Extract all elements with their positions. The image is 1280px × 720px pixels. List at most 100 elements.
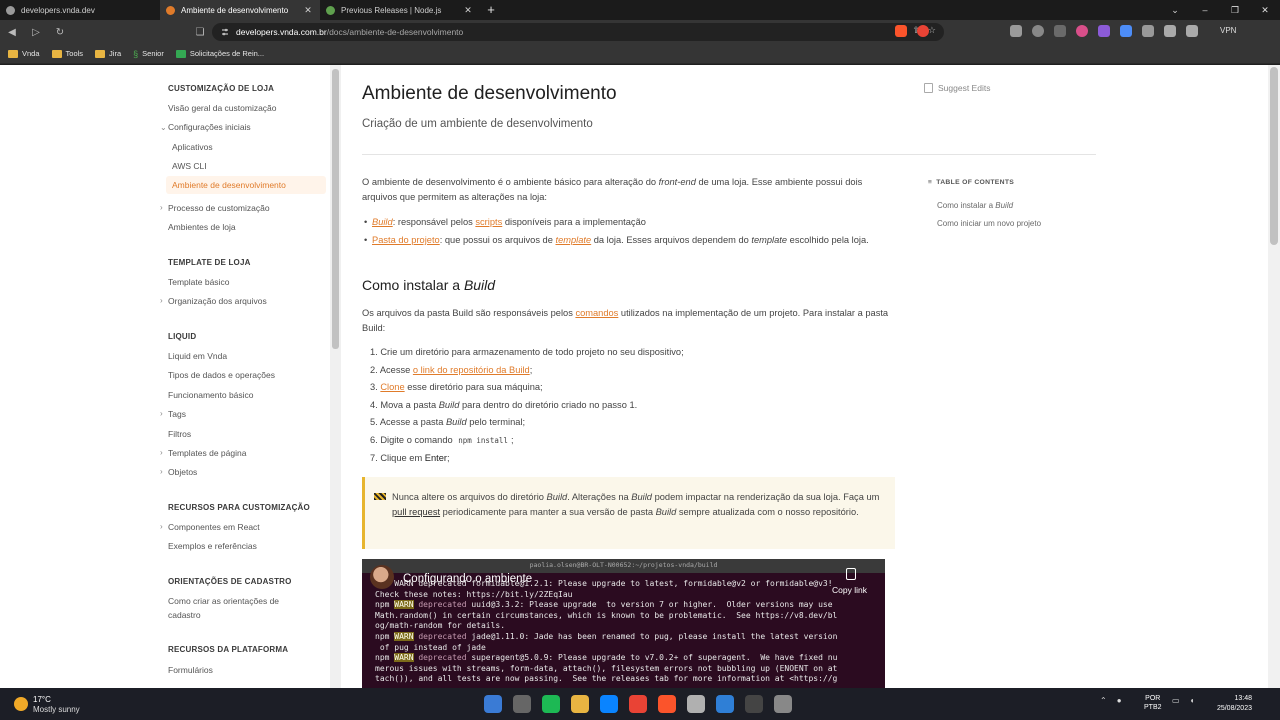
sidebar-item-visao-geral[interactable]: Visão geral da customização xyxy=(168,103,277,113)
page-scroll-thumb[interactable] xyxy=(1270,67,1278,245)
minimize-icon[interactable]: – xyxy=(1190,0,1220,20)
sidebar-item-template-basico[interactable]: Template básico xyxy=(168,277,229,287)
wallet-icon[interactable] xyxy=(1186,25,1198,37)
scripts-link[interactable]: scripts xyxy=(475,217,502,227)
video-embed[interactable]: paolia.olsen@BR-OLT-N00652:~/projetos-vn… xyxy=(362,559,885,688)
sidebar-item-configuracoes[interactable]: Configurações iniciais xyxy=(168,122,251,132)
sidebar-item-templates-pagina[interactable]: Templates de página xyxy=(168,448,246,458)
bookmark-senior[interactable]: § Senior xyxy=(133,49,164,59)
vpn-button[interactable]: VPN xyxy=(1220,26,1236,35)
tab-nodejs[interactable]: Previous Releases | Node.js ✕ xyxy=(320,0,480,20)
site-info-icon[interactable] xyxy=(220,27,230,37)
chevron-up-icon[interactable]: ⌃ xyxy=(1100,696,1107,705)
extension-icon[interactable] xyxy=(1098,25,1110,37)
close-tab-icon[interactable]: ✕ xyxy=(462,5,474,16)
video-title[interactable]: Configurando o ambiente xyxy=(403,573,532,585)
chevron-right-icon[interactable]: › xyxy=(160,409,163,418)
suggest-edits-button[interactable]: Suggest Edits xyxy=(924,83,990,93)
chrome-icon[interactable] xyxy=(629,695,647,713)
toc-item-novo-projeto[interactable]: Como iniciar um novo projeto xyxy=(937,219,1041,228)
microphone-icon[interactable]: ● xyxy=(1117,696,1122,705)
chevron-right-icon[interactable]: › xyxy=(160,203,163,212)
chevron-down-icon[interactable]: ⌄ xyxy=(160,123,167,132)
extension-icon[interactable] xyxy=(1032,25,1044,37)
clone-link[interactable]: Clone xyxy=(380,382,404,392)
pull-request-link[interactable]: pull request xyxy=(392,507,440,517)
terminal-icon[interactable] xyxy=(745,695,763,713)
back-icon[interactable]: ◀ xyxy=(0,27,24,38)
sidebar-item-funcionamento[interactable]: Funcionamento básico xyxy=(168,390,254,400)
chevron-right-icon[interactable]: › xyxy=(160,522,163,531)
weather-description[interactable]: Mostly sunny xyxy=(33,705,80,714)
comandos-link[interactable]: comandos xyxy=(575,308,618,318)
chevron-right-icon[interactable]: › xyxy=(160,467,163,476)
sidebar-item-objetos[interactable]: Objetos xyxy=(168,467,197,477)
template-link[interactable]: template xyxy=(556,235,592,245)
address-bar[interactable]: developers.vnda.com.br/docs/ambiente-de-… xyxy=(212,23,944,41)
sidebar-item-ambiente[interactable]: Ambiente de desenvolvimento xyxy=(172,180,286,190)
brave-rewards-icon[interactable] xyxy=(917,25,929,37)
clock[interactable]: 13:48 25/08/2023 xyxy=(1208,694,1252,714)
network-icon[interactable]: ▭ xyxy=(1172,696,1180,705)
brave-shield-icon[interactable] xyxy=(895,25,907,37)
sidebar-item-liquid-vnda[interactable]: Liquid em Vnda xyxy=(168,351,227,361)
sidebar-scroll-thumb[interactable] xyxy=(332,69,339,349)
bookmark-star-icon[interactable]: ☆ xyxy=(928,25,936,38)
sidebar-item-aplicativos[interactable]: Aplicativos xyxy=(172,142,213,152)
sidebar-item-tags[interactable]: Tags xyxy=(168,409,186,419)
sidebar-item-componentes-react[interactable]: Componentes em React xyxy=(168,522,260,532)
sidebar-item-formularios[interactable]: Formulários xyxy=(168,665,213,675)
sidebar-item-orientacoes[interactable]: Como criar as orientações de xyxy=(168,596,279,606)
spotify-icon[interactable] xyxy=(542,695,560,713)
window-close-icon[interactable]: ✕ xyxy=(1250,0,1280,20)
vscode-icon[interactable] xyxy=(716,695,734,713)
copy-icon[interactable] xyxy=(846,568,856,580)
sidebar-item-aws-cli[interactable]: AWS CLI xyxy=(172,161,207,171)
extension-icon[interactable] xyxy=(1076,25,1088,37)
bookmark-jira[interactable]: Jira xyxy=(95,49,121,58)
copy-link-button[interactable]: Copy link xyxy=(832,585,867,595)
sidebar-item-orientacoes-cont[interactable]: cadastro xyxy=(168,610,201,620)
toc-item-instalar-build[interactable]: Como instalar a Build xyxy=(937,201,1013,210)
bookmark-icon[interactable]: ❏ xyxy=(188,27,212,38)
build-link[interactable]: Build xyxy=(372,217,393,227)
tab-developers-vnda[interactable]: developers.vnda.dev xyxy=(0,0,160,20)
chevron-right-icon[interactable]: › xyxy=(160,448,163,457)
bookmark-tools[interactable]: Tools xyxy=(51,49,83,58)
chevron-right-icon[interactable]: › xyxy=(160,296,163,305)
settings-icon[interactable] xyxy=(774,695,792,713)
sidebar-icon[interactable] xyxy=(1164,25,1176,37)
bookmark-vnda[interactable]: Vnda xyxy=(8,49,40,58)
channel-avatar[interactable] xyxy=(370,565,394,589)
new-tab-button[interactable]: + xyxy=(480,0,502,20)
puzzle-icon[interactable] xyxy=(1142,25,1154,37)
file-explorer-icon[interactable] xyxy=(571,695,589,713)
edge-icon[interactable] xyxy=(600,695,618,713)
pasta-projeto-link[interactable]: Pasta do projeto xyxy=(372,235,440,245)
sidebar-item-filtros[interactable]: Filtros xyxy=(168,429,191,439)
forward-icon[interactable]: ▷ xyxy=(24,27,48,38)
task-view-icon[interactable] xyxy=(513,695,531,713)
maximize-icon[interactable]: ❐ xyxy=(1220,0,1250,20)
reload-icon[interactable]: ↻ xyxy=(48,27,72,38)
input-language[interactable]: POR PTB2 xyxy=(1144,694,1162,712)
sidebar-item-processo[interactable]: Processo de customização xyxy=(168,203,270,213)
volume-icon[interactable]: ◖ xyxy=(1190,696,1195,705)
weather-temperature[interactable]: 17°C xyxy=(33,695,51,704)
extension-icon[interactable] xyxy=(1120,25,1132,37)
sidebar-item-organizacao[interactable]: Organização dos arquivos xyxy=(168,296,267,306)
tab-search-icon[interactable]: ⌄ xyxy=(1160,0,1190,20)
weather-sun-icon[interactable] xyxy=(14,697,28,711)
tab-ambiente[interactable]: Ambiente de desenvolvimento ✕ xyxy=(160,0,320,20)
repo-link[interactable]: o link do repositório da Build xyxy=(413,365,530,375)
sidebar-item-exemplos[interactable]: Exemplos e referências xyxy=(168,541,257,551)
start-menu-icon[interactable] xyxy=(484,695,502,713)
extension-icon[interactable] xyxy=(1054,25,1066,37)
brave-icon[interactable] xyxy=(658,695,676,713)
sidebar-item-ambientes-loja[interactable]: Ambientes de loja xyxy=(168,222,236,232)
sidebar-item-tipos-dados[interactable]: Tipos de dados e operações xyxy=(168,370,275,380)
bookmark-solicitacoes[interactable]: Solicitações de Rein... xyxy=(175,49,264,58)
extension-icon[interactable] xyxy=(1010,25,1022,37)
slack-icon[interactable] xyxy=(687,695,705,713)
close-tab-icon[interactable]: ✕ xyxy=(302,5,314,16)
